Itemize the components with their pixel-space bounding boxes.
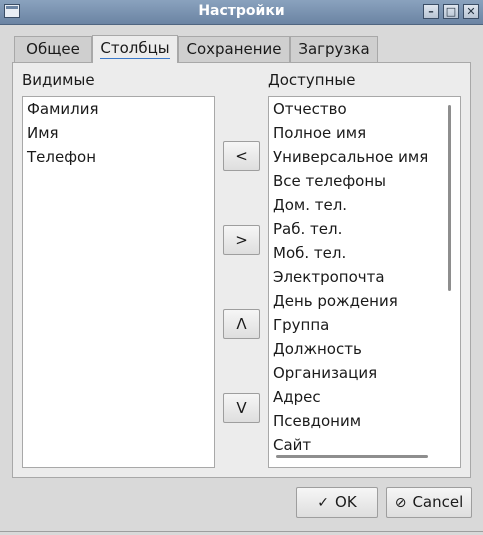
- ok-button[interactable]: ✓ OK: [296, 487, 378, 518]
- list-item[interactable]: Телефон: [27, 148, 96, 166]
- list-item[interactable]: Псевдоним: [273, 412, 361, 430]
- move-up-button[interactable]: Λ: [223, 309, 260, 339]
- minimize-button[interactable]: –: [423, 4, 439, 19]
- move-down-button[interactable]: V: [223, 393, 260, 423]
- list-item[interactable]: Дом. тел.: [273, 196, 347, 214]
- list-item[interactable]: Группа: [273, 316, 329, 334]
- list-item[interactable]: Универсальное имя: [273, 148, 428, 166]
- list-item[interactable]: Адрес: [273, 388, 321, 406]
- tab-loading[interactable]: Загрузка: [290, 36, 378, 62]
- list-item[interactable]: Должность: [273, 340, 362, 358]
- list-item[interactable]: День рождения: [273, 292, 398, 310]
- visible-columns-list[interactable]: Фамилия Имя Телефон: [22, 96, 215, 468]
- list-item[interactable]: Фамилия: [27, 100, 99, 118]
- list-item[interactable]: Раб. тел.: [273, 220, 342, 238]
- window-title: Настройки: [198, 3, 285, 19]
- move-right-button[interactable]: >: [223, 225, 260, 255]
- tab-saving[interactable]: Сохранение: [178, 36, 290, 62]
- tab-general[interactable]: Общее: [14, 36, 92, 62]
- visible-columns-label: Видимые: [22, 71, 95, 89]
- list-item[interactable]: Имя: [27, 124, 59, 142]
- available-columns-list[interactable]: Отчество Полное имя Универсальное имя Вс…: [268, 96, 461, 468]
- cancel-button[interactable]: ⊘ Cancel: [386, 487, 472, 518]
- list-item[interactable]: Организация: [273, 364, 377, 382]
- cancel-icon: ⊘: [394, 495, 407, 511]
- list-item[interactable]: Электропочта: [273, 268, 385, 286]
- title-bar[interactable]: Настройки – □ ✕: [0, 0, 483, 25]
- vertical-scrollbar[interactable]: [448, 105, 451, 291]
- move-left-button[interactable]: <: [223, 141, 260, 171]
- list-item[interactable]: Сайт: [273, 436, 311, 454]
- list-item[interactable]: Моб. тел.: [273, 244, 346, 262]
- list-item[interactable]: Полное имя: [273, 124, 366, 142]
- check-icon: ✓: [317, 495, 330, 511]
- maximize-button[interactable]: □: [443, 4, 459, 19]
- list-item[interactable]: Отчество: [273, 100, 347, 118]
- window-bottom-border: [0, 531, 483, 532]
- horizontal-scrollbar[interactable]: [276, 455, 428, 458]
- close-button[interactable]: ✕: [463, 4, 479, 19]
- tab-columns[interactable]: Столбцы: [92, 35, 178, 63]
- list-item[interactable]: Все телефоны: [273, 172, 386, 190]
- available-columns-label: Доступные: [268, 71, 356, 89]
